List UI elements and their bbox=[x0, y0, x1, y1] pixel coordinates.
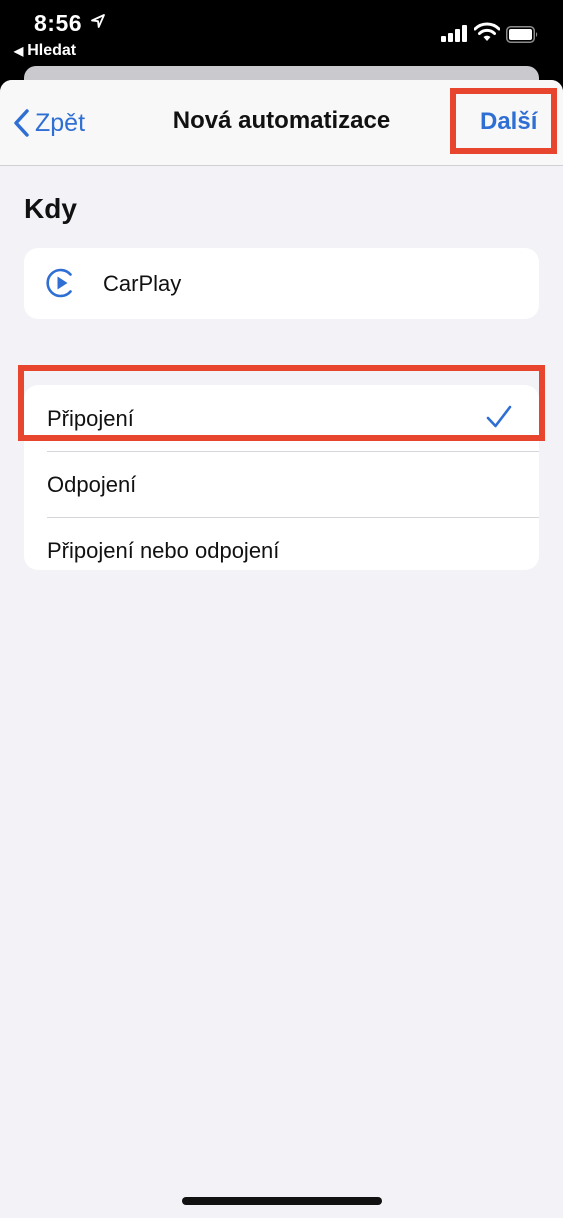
location-arrow-icon bbox=[91, 14, 105, 28]
cellular-signal-icon bbox=[441, 25, 467, 42]
back-triangle-icon: ◀ bbox=[14, 44, 24, 58]
option-connect-or-disconnect[interactable]: Připojení nebo odpojení bbox=[24, 517, 539, 570]
navigation-bar: Zpět Nová automatizace Další bbox=[0, 80, 563, 166]
highlight-box-option bbox=[18, 365, 545, 441]
back-button-label: Zpět bbox=[35, 108, 86, 137]
option-label: Připojení nebo odpojení bbox=[47, 538, 280, 563]
back-button[interactable]: Zpět bbox=[12, 106, 85, 140]
back-to-app-link[interactable]: ◀ Hledat bbox=[14, 42, 76, 60]
home-indicator[interactable] bbox=[182, 1197, 382, 1205]
section-title: Kdy bbox=[24, 193, 77, 224]
status-bar: 8:56 ◀ Hledat bbox=[0, 0, 563, 66]
trigger-label: CarPlay bbox=[103, 271, 182, 296]
highlight-box-next bbox=[450, 88, 557, 154]
option-disconnect[interactable]: Odpojení bbox=[24, 451, 539, 517]
automation-sheet: Zpět Nová automatizace Další Kdy CarPlay… bbox=[0, 80, 563, 1218]
option-label: Odpojení bbox=[47, 472, 137, 497]
chevron-left-icon bbox=[14, 109, 29, 137]
battery-icon bbox=[506, 26, 538, 43]
wifi-icon bbox=[474, 22, 500, 41]
carplay-icon bbox=[46, 268, 72, 298]
trigger-card[interactable]: CarPlay bbox=[24, 248, 539, 319]
status-time: 8:56 bbox=[34, 10, 83, 36]
back-app-label: Hledat bbox=[27, 42, 77, 59]
